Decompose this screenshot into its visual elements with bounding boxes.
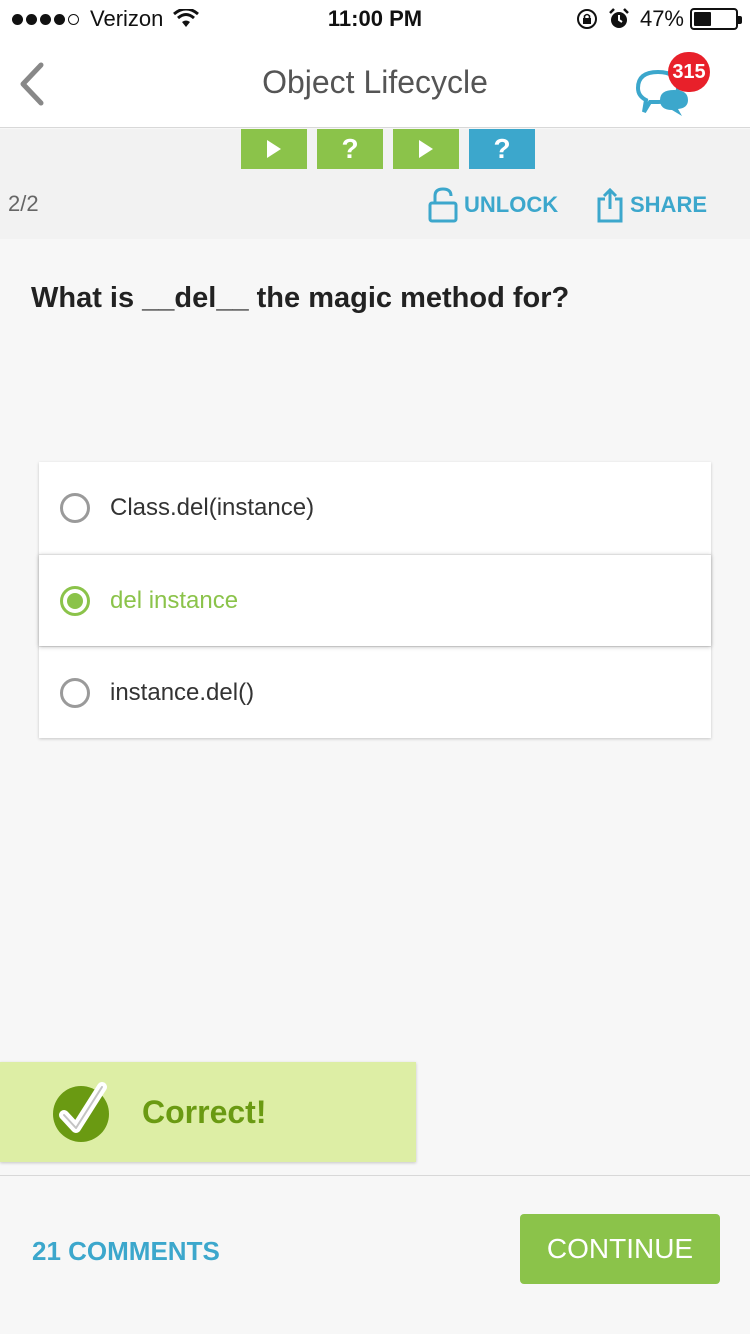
step-lesson-2[interactable]: [393, 129, 459, 169]
comments-button[interactable]: 315: [630, 50, 710, 120]
answer-option-3[interactable]: instance.del(): [39, 646, 711, 738]
nav-bar: Object Lifecycle 315: [0, 40, 750, 128]
rotation-lock-icon: [576, 9, 597, 29]
battery-icon: [690, 8, 742, 30]
result-banner: Correct!: [0, 1062, 416, 1162]
footer-bar: 21 COMMENTS CONTINUE: [0, 1175, 750, 1334]
answer-text: del instance: [110, 586, 239, 614]
continue-button[interactable]: CONTINUE: [520, 1214, 720, 1284]
answer-option-2[interactable]: del instance: [39, 554, 711, 646]
status-right: 47%: [576, 6, 742, 32]
lesson-toolbar: ? ? 2/2 UNLOCK SHARE: [0, 129, 750, 239]
answer-list: Class.del(instance) del instance instanc…: [39, 462, 711, 738]
battery-percent: 47%: [639, 6, 684, 31]
share-label: SHARE: [630, 192, 708, 217]
question-mark-icon: ?: [493, 133, 511, 164]
notification-badge: 315: [668, 52, 710, 92]
unlock-label: UNLOCK: [464, 192, 559, 217]
radio-button-selected[interactable]: [60, 585, 90, 616]
radio-button[interactable]: [60, 493, 90, 523]
play-icon: [419, 140, 433, 158]
padlock-icon: [428, 187, 458, 223]
play-icon: [267, 140, 281, 158]
step-quiz-1[interactable]: ?: [317, 129, 383, 169]
comments-link[interactable]: 21 COMMENTS: [32, 1236, 220, 1267]
result-text: Correct!: [142, 1093, 267, 1130]
progress-steps: ? ?: [241, 129, 545, 169]
answer-option-1[interactable]: Class.del(instance): [39, 462, 711, 554]
status-bar: Verizon 11:00 PM 47%: [0, 0, 750, 40]
alarm-icon: [609, 8, 629, 28]
unlock-button[interactable]: UNLOCK: [428, 187, 558, 223]
answer-text: instance.del(): [110, 678, 255, 706]
share-button[interactable]: SHARE: [596, 187, 707, 223]
step-lesson-1[interactable]: [241, 129, 307, 169]
question-counter: 2/2: [8, 191, 39, 216]
checkmark-icon: [53, 1082, 109, 1142]
question-mark-icon: ?: [341, 133, 359, 164]
share-icon: [597, 187, 623, 223]
question-text: What is __del__ the magic method for?: [31, 282, 570, 314]
step-quiz-2[interactable]: ?: [469, 129, 535, 169]
answer-text: Class.del(instance): [110, 494, 315, 521]
radio-button[interactable]: [60, 677, 90, 708]
